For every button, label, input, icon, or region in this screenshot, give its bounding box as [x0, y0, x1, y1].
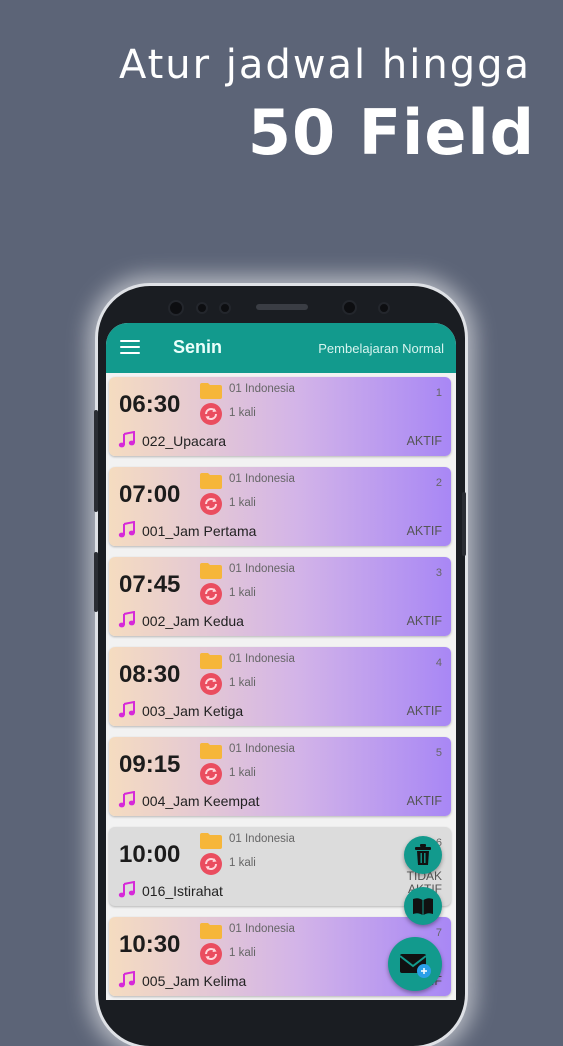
folder-icon	[200, 743, 222, 759]
mode-title[interactable]: Pembelajaran Normal	[318, 341, 444, 356]
bell-time: 09:15	[119, 751, 181, 778]
guide-button[interactable]	[404, 887, 442, 925]
front-camera-icon	[168, 300, 184, 316]
repeat-icon	[200, 403, 222, 425]
bell-time: 10:00	[119, 841, 181, 868]
song-name: 004_Jam Keempat	[142, 793, 260, 809]
bell-time: 07:00	[119, 481, 181, 508]
repeat-icon	[200, 943, 222, 965]
repeat-count: 1 kali	[229, 587, 256, 599]
iris-camera-icon	[342, 300, 357, 315]
music-note-icon	[118, 791, 135, 808]
folder-icon	[200, 833, 222, 849]
bell-time: 06:30	[119, 391, 181, 418]
status-label: AKTIF	[406, 614, 442, 628]
app-screen: Senin Pembelajaran Normal 06:30 01 Indon…	[106, 323, 456, 1000]
schedule-card[interactable]: 08:30 01 Indonesia 1 kali 4 003_Jam Keti…	[109, 647, 451, 726]
group-label: 01 Indonesia	[229, 743, 295, 755]
music-note-icon	[118, 971, 135, 988]
group-label: 01 Indonesia	[229, 833, 295, 845]
repeat-icon	[200, 763, 222, 785]
field-number: 3	[435, 567, 442, 579]
field-number: 2	[435, 477, 442, 489]
sensor-icon	[219, 302, 231, 314]
folder-icon	[200, 923, 222, 939]
field-number: 5	[435, 747, 442, 759]
repeat-count: 1 kali	[229, 497, 256, 509]
day-title[interactable]: Senin	[173, 337, 222, 358]
field-number: 1	[435, 387, 442, 399]
folder-icon	[200, 383, 222, 399]
repeat-count: 1 kali	[229, 947, 256, 959]
promo-headline: Atur jadwal hingga	[118, 42, 531, 88]
bixby-button	[94, 552, 98, 612]
music-note-icon	[118, 521, 135, 538]
repeat-count: 1 kali	[229, 767, 256, 779]
repeat-icon	[200, 673, 222, 695]
song-name: 002_Jam Kedua	[142, 613, 244, 629]
music-note-icon	[118, 881, 135, 898]
group-label: 01 Indonesia	[229, 383, 295, 395]
group-label: 01 Indonesia	[229, 923, 295, 935]
field-number: 4	[435, 657, 442, 669]
schedule-card[interactable]: 06:30 01 Indonesia 1 kali 1 022_Upacara …	[109, 377, 451, 456]
repeat-icon	[200, 583, 222, 605]
delete-button[interactable]	[404, 836, 442, 874]
book-icon	[413, 898, 433, 915]
song-name: 016_Istirahat	[142, 883, 223, 899]
app-bar: Senin Pembelajaran Normal	[106, 323, 456, 373]
sensor-icon	[196, 302, 208, 314]
trash-icon	[415, 844, 431, 865]
power-button	[462, 492, 466, 556]
folder-icon	[200, 563, 222, 579]
speaker-grille	[256, 304, 308, 310]
song-name: 001_Jam Pertama	[142, 523, 257, 539]
mail-icon	[399, 954, 431, 978]
mail-button[interactable]	[388, 937, 442, 991]
group-label: 01 Indonesia	[229, 473, 295, 485]
sensor-icon	[378, 302, 390, 314]
repeat-icon	[200, 853, 222, 875]
menu-icon[interactable]	[120, 340, 140, 354]
schedule-card[interactable]: 09:15 01 Indonesia 1 kali 5 004_Jam Keem…	[109, 737, 451, 816]
music-note-icon	[118, 701, 135, 718]
repeat-count: 1 kali	[229, 407, 256, 419]
song-name: 022_Upacara	[142, 433, 227, 449]
status-label: AKTIF	[406, 704, 442, 718]
schedule-card[interactable]: 07:45 01 Indonesia 1 kali 3 002_Jam Kedu…	[109, 557, 451, 636]
bell-time: 07:45	[119, 571, 181, 598]
folder-icon	[200, 473, 222, 489]
schedule-card[interactable]: 10:00 01 Indonesia 1 kali 6 016_Istiraha…	[109, 827, 451, 906]
promo-highlight: 50 Field	[247, 96, 535, 169]
status-label: AKTIF	[406, 434, 442, 448]
bell-time: 10:30	[119, 931, 181, 958]
status-label: AKTIF	[406, 524, 442, 538]
music-note-icon	[118, 611, 135, 628]
song-name: 005_Jam Kelima	[142, 973, 247, 989]
status-label: AKTIF	[406, 794, 442, 808]
group-label: 01 Indonesia	[229, 653, 295, 665]
schedule-card[interactable]: 07:00 01 Indonesia 1 kali 2 001_Jam Pert…	[109, 467, 451, 546]
repeat-count: 1 kali	[229, 857, 256, 869]
volume-button	[94, 410, 98, 512]
folder-icon	[200, 653, 222, 669]
music-note-icon	[118, 431, 135, 448]
group-label: 01 Indonesia	[229, 563, 295, 575]
bell-time: 08:30	[119, 661, 181, 688]
repeat-icon	[200, 493, 222, 515]
repeat-count: 1 kali	[229, 677, 256, 689]
song-name: 003_Jam Ketiga	[142, 703, 244, 719]
